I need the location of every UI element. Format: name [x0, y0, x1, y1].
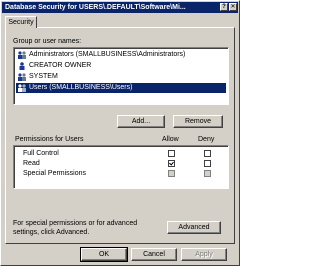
- group-icon: [18, 84, 26, 92]
- permissions-label: Permissions for Users: [15, 136, 84, 143]
- list-item-label: SYSTEM: [29, 73, 58, 80]
- tab-security[interactable]: Security: [5, 16, 37, 28]
- list-item-system[interactable]: SYSTEM: [16, 72, 226, 82]
- title-bar[interactable]: Database Security for USERS\.DEFAULT\Sof…: [2, 2, 238, 13]
- group-icon: [18, 73, 26, 81]
- perm-label-read: Read: [23, 160, 40, 167]
- advanced-info-text: For special permissions or for advanced …: [13, 220, 138, 236]
- security-dialog: Database Security for USERS\.DEFAULT\Sof…: [0, 0, 240, 266]
- read-deny-checkbox[interactable]: [204, 160, 211, 167]
- ok-button[interactable]: OK: [80, 247, 128, 262]
- list-item-administrators[interactable]: Administrators (SMALLBUSINESS\Administra…: [16, 50, 226, 60]
- special-allow-checkbox[interactable]: [168, 170, 175, 177]
- list-item-label: Administrators (SMALLBUSINESS\Administra…: [29, 51, 186, 58]
- full-control-allow-checkbox[interactable]: [168, 150, 175, 157]
- group-list-label: Group or user names:: [13, 38, 82, 45]
- remove-button[interactable]: Remove: [173, 115, 223, 128]
- allow-header: Allow: [162, 136, 179, 143]
- advanced-button[interactable]: Advanced: [167, 221, 221, 234]
- perm-label-full-control: Full Control: [23, 150, 59, 157]
- group-icon: [18, 51, 26, 59]
- cancel-button[interactable]: Cancel: [131, 248, 177, 261]
- help-button[interactable]: ?: [220, 3, 228, 11]
- group-user-listbox[interactable]: Administrators (SMALLBUSINESS\Administra…: [13, 47, 229, 105]
- deny-header: Deny: [198, 136, 215, 143]
- special-deny-checkbox[interactable]: [204, 170, 211, 177]
- close-button[interactable]: ✕: [229, 3, 237, 11]
- list-item-users[interactable]: Users (SMALLBUSINESS\Users): [16, 83, 226, 93]
- read-allow-checkbox[interactable]: [168, 160, 175, 167]
- window-title: Database Security for USERS\.DEFAULT\Sof…: [5, 4, 186, 11]
- apply-button[interactable]: Apply: [181, 248, 227, 261]
- perm-label-special: Special Permissions: [23, 170, 87, 177]
- user-icon: [19, 62, 25, 70]
- full-control-deny-checkbox[interactable]: [204, 150, 211, 157]
- list-item-label: Users (SMALLBUSINESS\Users): [29, 84, 133, 91]
- add-button[interactable]: Add...: [117, 115, 165, 128]
- list-item-label: CREATOR OWNER: [29, 62, 92, 69]
- list-item-creator-owner[interactable]: CREATOR OWNER: [16, 61, 226, 71]
